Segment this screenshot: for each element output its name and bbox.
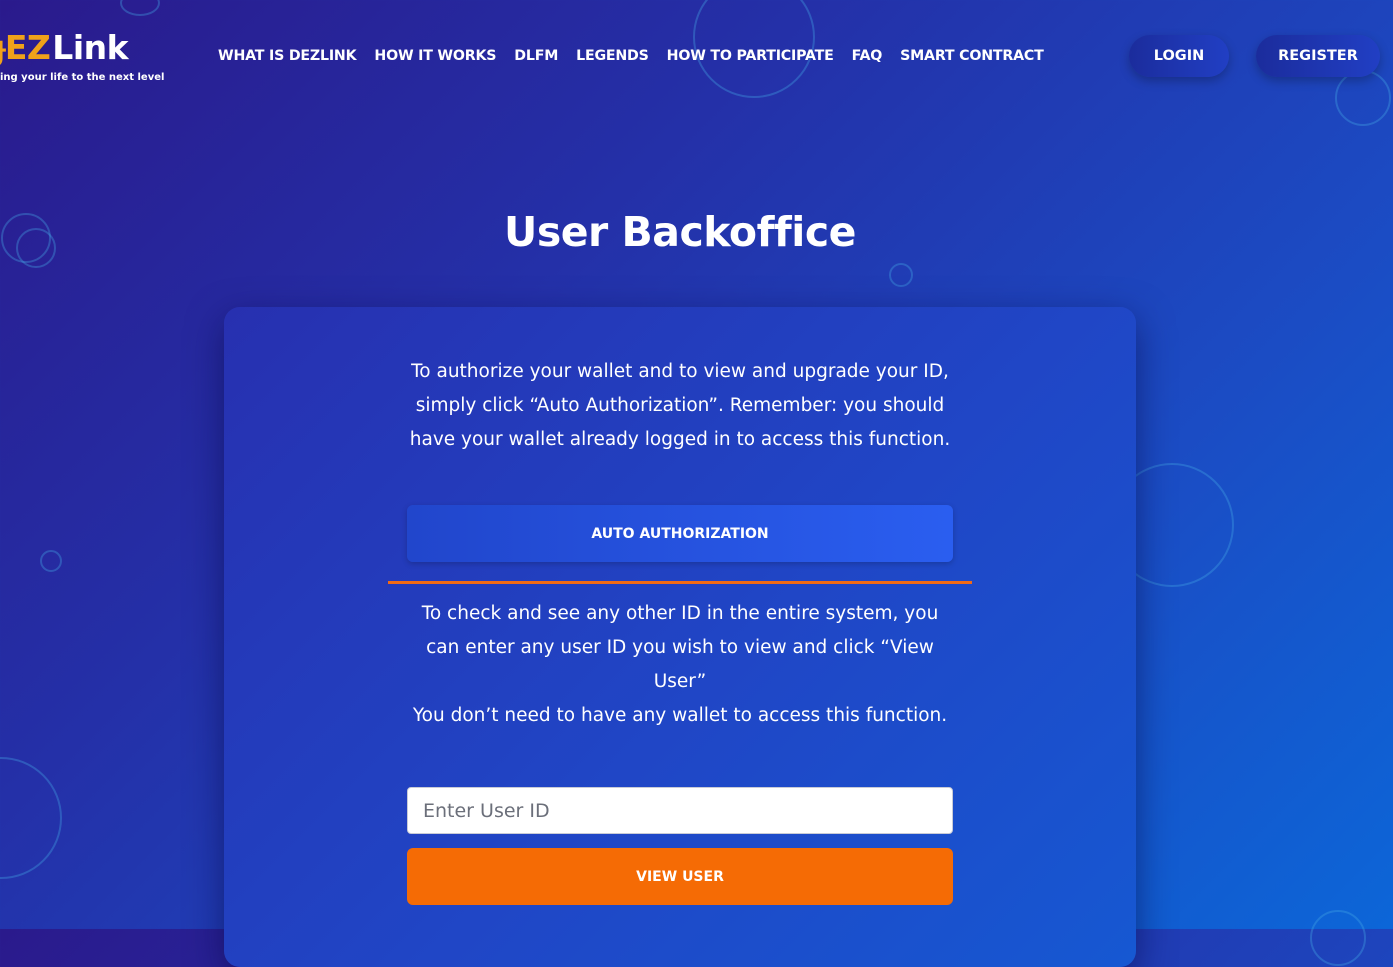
view-instructions: To check and see any other ID in the ent… — [404, 597, 956, 733]
nav-item-dlfm[interactable]: DLFM — [514, 48, 558, 64]
decorative-bubble — [120, 0, 160, 16]
user-id-input[interactable] — [407, 787, 953, 834]
view-instructions-line-2: You don’t need to have any wallet to acc… — [412, 705, 948, 726]
nav-item-legends[interactable]: LEGENDS — [576, 48, 649, 64]
section-divider — [388, 581, 972, 584]
nav-item-how-it-works[interactable]: HOW IT WORKS — [374, 48, 496, 64]
decorative-bubble — [889, 263, 913, 287]
logo-wordmark: ɟEZLink — [0, 26, 129, 70]
decorative-bubble — [1335, 70, 1391, 126]
page-title: User Backoffice — [504, 208, 856, 256]
main-nav: WHAT IS DEZLINK HOW IT WORKS DLFM LEGEND… — [218, 46, 1062, 66]
auto-authorization-button[interactable]: AUTO AUTHORIZATION — [407, 505, 953, 562]
register-button[interactable]: REGISTER — [1256, 35, 1380, 77]
brand-logo[interactable]: ɟEZLink ing your life to the next level — [0, 26, 164, 90]
view-instructions-line-1: To check and see any other ID in the ent… — [421, 603, 939, 692]
auth-instructions: To authorize your wallet and to view and… — [409, 361, 951, 450]
logo-tagline: ing your life to the next level — [0, 72, 165, 83]
nav-item-smart-contract[interactable]: SMART CONTRACT — [900, 48, 1044, 64]
nav-item-faq[interactable]: FAQ — [852, 48, 883, 64]
decorative-bubble — [1310, 910, 1366, 966]
decorative-bubble — [40, 550, 62, 572]
nav-item-what-is-dezlink[interactable]: WHAT IS DEZLINK — [218, 48, 357, 64]
decorative-bubble — [0, 757, 62, 879]
backoffice-card: To authorize your wallet and to view and… — [224, 307, 1136, 967]
nav-item-how-to-participate[interactable]: HOW TO PARTICIPATE — [667, 48, 834, 64]
login-button[interactable]: LOGIN — [1129, 35, 1229, 77]
view-user-button[interactable]: VIEW USER — [407, 848, 953, 905]
